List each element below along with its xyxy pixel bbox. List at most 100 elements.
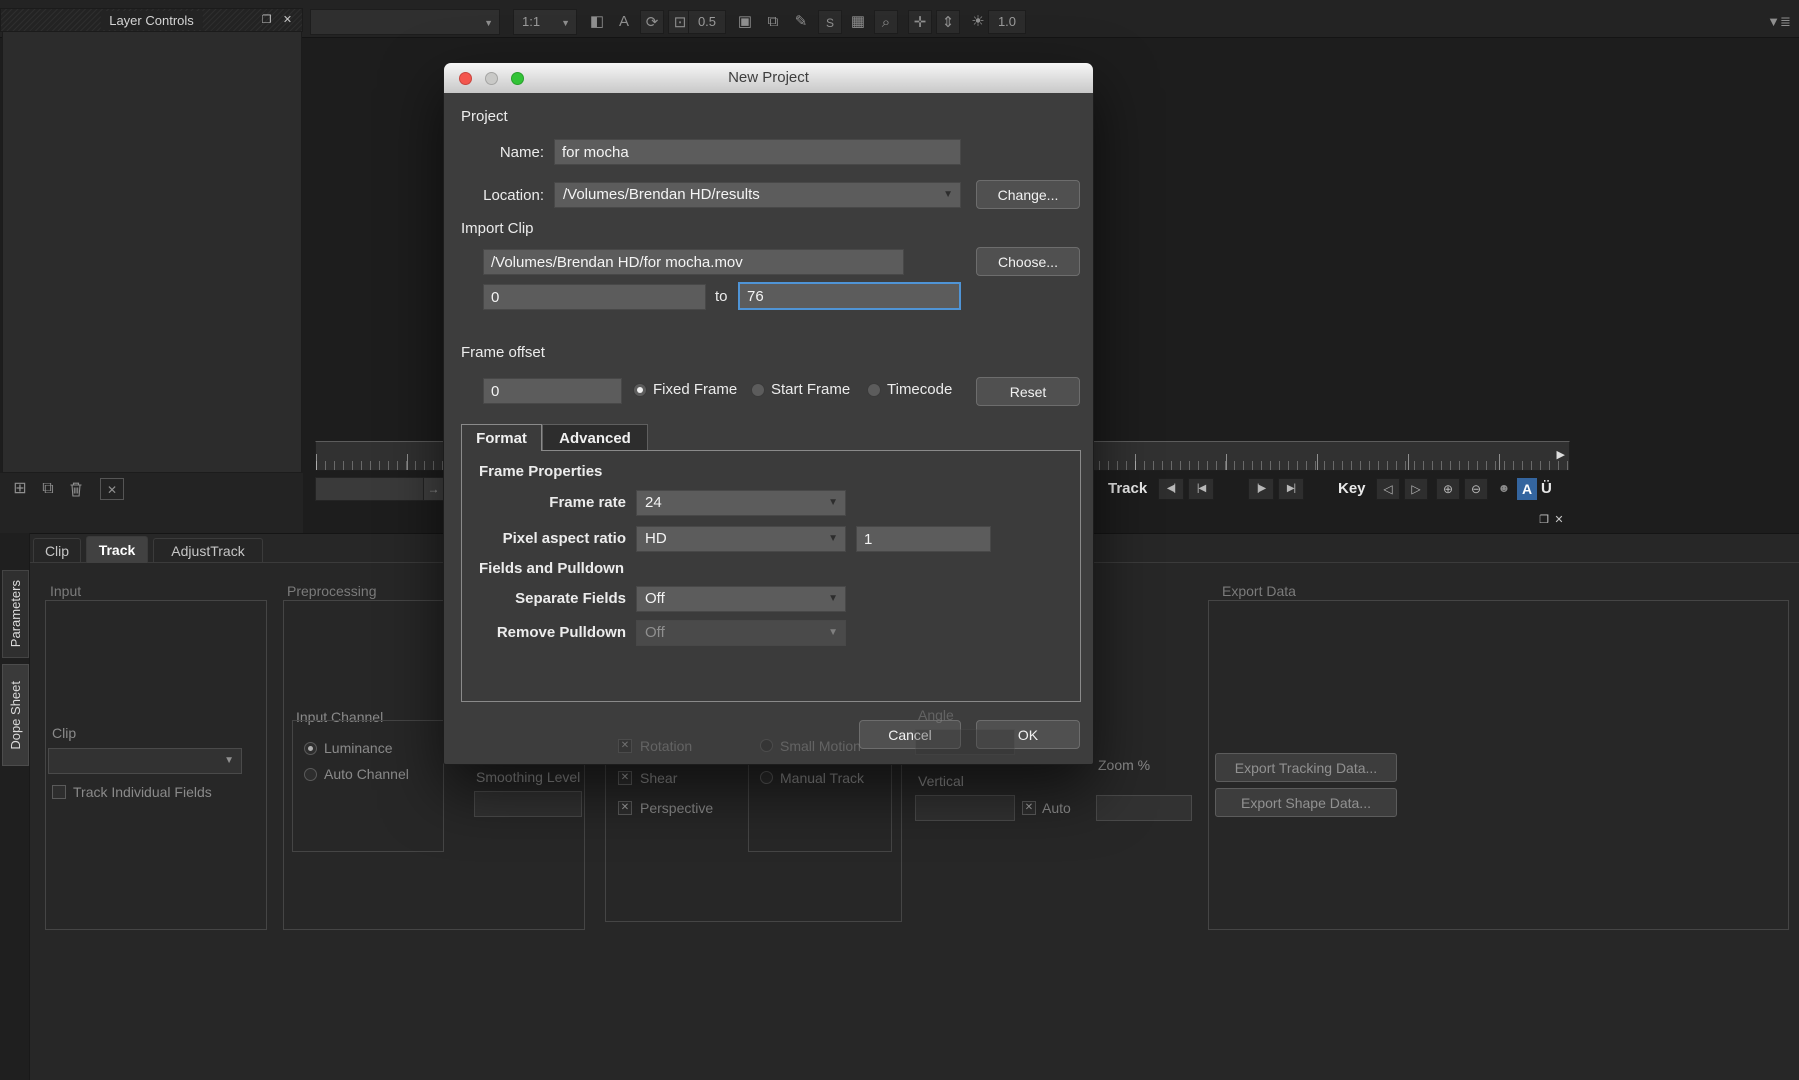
close-window-icon[interactable] [459,72,472,85]
project-name-input[interactable] [554,139,961,165]
restore-lower-panel-icon[interactable]: ❐ [1537,513,1551,528]
frame-out-input[interactable] [738,282,961,310]
vertical-input[interactable] [915,795,1015,821]
vertical-label: Vertical [918,773,964,789]
tab-advanced[interactable]: Advanced [542,424,648,451]
zoom-percent-input[interactable] [1096,795,1192,821]
manual-track-radio[interactable] [760,771,773,784]
split-view-icon[interactable]: ◧ [585,10,609,34]
frame-in-input[interactable] [483,284,706,310]
uberkey-button[interactable]: Ü [1541,478,1552,500]
rotation-label[interactable]: Rotation [640,738,692,754]
duplicate-layer-icon[interactable]: ⧉ [36,478,60,500]
slider-icon[interactable]: ⇕ [936,10,960,34]
key-next-icon[interactable]: ▷ [1404,478,1428,500]
track-backwards-one-button[interactable]: |◀ [1188,478,1214,500]
project-section-label: Project [461,108,508,125]
annotate-button[interactable]: A [1517,478,1537,500]
tab-format[interactable]: Format [461,424,542,451]
location-combo[interactable]: /Volumes/Brendan HD/results ▼ [554,182,961,208]
exposure-value[interactable]: 1.0 [988,10,1026,34]
grid-icon[interactable]: ▦ [846,10,870,34]
minimize-window-icon[interactable] [485,72,498,85]
frame-offset-input[interactable] [483,378,622,404]
chevron-down-icon: ▼ [224,755,234,766]
magnifier-icon[interactable]: ⌕ [874,10,898,34]
deselect-all-icon[interactable]: ✕ [100,478,124,500]
small-motion-label[interactable]: Small Motion [780,738,861,754]
tab-track[interactable]: Track [86,536,148,563]
start-frame-radio[interactable] [751,383,765,397]
layers-icon[interactable]: ⧉ [761,10,785,34]
scroll-right-icon[interactable]: → [423,478,443,500]
pan-hand-icon[interactable]: ✛ [908,10,932,34]
track-forwards-one-button[interactable]: |▶ [1248,478,1274,500]
key-add-icon[interactable]: ⊕ [1436,478,1460,500]
reset-offset-button[interactable]: Reset [976,377,1080,406]
trash-icon[interactable] [64,478,88,500]
change-location-button[interactable]: Change... [976,180,1080,209]
dialog-titlebar[interactable]: New Project [444,63,1093,93]
key-prev-icon[interactable]: ◁ [1376,478,1400,500]
shear-checkbox[interactable]: ✕ [618,771,632,785]
auto-channel-label[interactable]: Auto Channel [324,766,409,782]
track-forwards-button[interactable]: ▶| [1278,478,1304,500]
add-layer-icon[interactable]: ⊞ [8,478,32,500]
pen-icon[interactable]: ✎ [789,10,813,34]
small-motion-radio[interactable] [760,739,773,752]
auto-channel-radio[interactable] [304,768,317,781]
track-individual-fields-label[interactable]: Track Individual Fields [73,784,212,800]
side-tab-parameters[interactable]: Parameters [2,570,29,658]
stabilize-icon[interactable]: S [818,10,842,34]
luminance-label[interactable]: Luminance [324,740,393,756]
person-icon[interactable]: ☻ [1492,478,1516,500]
perspective-checkbox[interactable]: ✕ [618,801,632,815]
key-delete-icon[interactable]: ⊖ [1464,478,1488,500]
export-tracking-data-button[interactable]: Export Tracking Data... [1215,753,1397,782]
name-label: Name: [499,144,544,161]
frame-rate-combo[interactable]: 24 ▼ [636,490,846,516]
shear-label[interactable]: Shear [640,770,677,786]
clip-label: Clip [52,725,77,741]
pixel-aspect-number-input[interactable] [856,526,991,552]
luminance-radio[interactable] [304,742,317,755]
close-lower-panel-icon[interactable]: ✕ [1552,513,1566,528]
view-layer-combo[interactable]: ▼ [310,9,500,35]
track-backwards-button[interactable]: ◀| [1158,478,1184,500]
tab-clip[interactable]: Clip [33,538,81,563]
fixed-frame-label[interactable]: Fixed Frame [653,381,737,398]
clip-combo[interactable]: ▼ [48,748,242,774]
gain-value[interactable]: 0.5 [688,10,726,34]
text-tool-icon[interactable]: A [612,10,636,34]
export-shape-data-button[interactable]: Export Shape Data... [1215,788,1397,817]
monitor-icon[interactable]: ▣ [733,10,757,34]
timecode-radio[interactable] [867,383,881,397]
close-panel-icon[interactable]: ✕ [280,13,295,28]
separate-fields-combo[interactable]: Off ▼ [636,586,846,612]
manual-track-label[interactable]: Manual Track [780,770,864,786]
angle-input[interactable] [915,729,1015,755]
timeline-scrollbar[interactable]: → [315,477,444,501]
perspective-label[interactable]: Perspective [640,800,713,816]
restore-window-icon[interactable]: ❐ [259,13,274,28]
rotation-checkbox[interactable]: ✕ [618,739,632,753]
playhead-marker-icon[interactable]: ▶ [1557,448,1565,461]
side-tab-dope-sheet[interactable]: Dope Sheet [2,664,29,766]
timecode-label[interactable]: Timecode [887,381,952,398]
smoothing-level-input[interactable] [474,791,582,817]
zoom-window-icon[interactable] [511,72,524,85]
toolbar-menu-icon[interactable]: ▼≣ [1764,10,1794,34]
zoom-ratio-combo[interactable]: 1:1 ▼ [513,9,577,35]
auto-label[interactable]: Auto [1042,800,1071,816]
brightness-icon[interactable]: ☀ [966,10,990,34]
choose-clip-button[interactable]: Choose... [976,247,1080,276]
tab-adjust-track[interactable]: AdjustTrack [153,538,263,563]
start-frame-label[interactable]: Start Frame [771,381,850,398]
fixed-frame-radio[interactable] [633,383,647,397]
clip-path-input[interactable] [483,249,904,275]
auto-checkbox[interactable]: ✕ [1022,801,1036,815]
refresh-icon[interactable]: ⟳ [640,10,664,34]
pixel-aspect-ratio-combo[interactable]: HD ▼ [636,526,846,552]
track-individual-fields-checkbox[interactable] [52,785,66,799]
angle-label: Angle [918,707,954,723]
